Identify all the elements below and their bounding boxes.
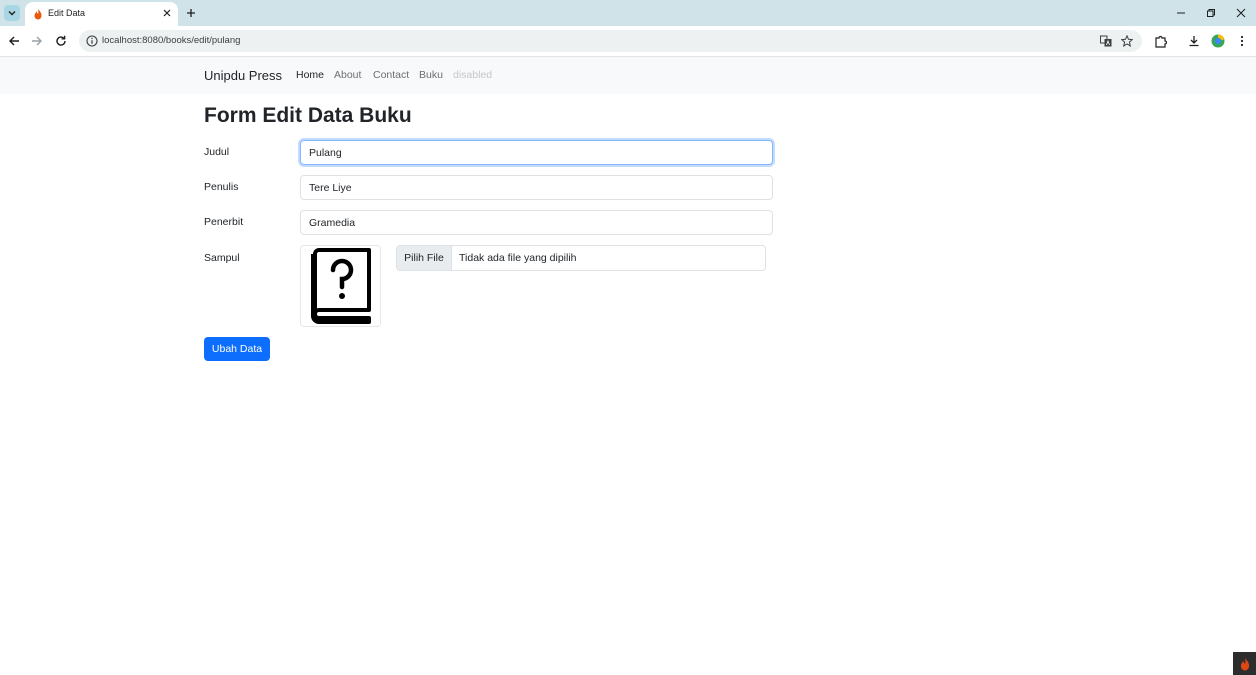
plus-icon [187, 9, 195, 17]
flame-icon [34, 8, 42, 20]
submit-button[interactable]: Ubah Data [204, 337, 270, 361]
chevron-down-icon [8, 11, 16, 16]
page-title: Form Edit Data Buku [204, 104, 412, 127]
site-info-icon[interactable] [86, 35, 98, 47]
penulis-input[interactable] [300, 175, 773, 200]
sampul-label: Sampul [204, 252, 240, 264]
forward-button[interactable] [29, 33, 45, 49]
cover-preview [300, 245, 381, 327]
browser-tab[interactable]: Edit Data [25, 2, 178, 26]
address-bar[interactable]: localhost:8080/books/edit/pulang [79, 30, 1142, 52]
browser-tab-strip: Edit Data [0, 0, 1256, 26]
tab-title: Edit Data [48, 8, 86, 18]
download-icon [1189, 36, 1199, 47]
debug-toolbar-toggle[interactable] [1233, 652, 1256, 675]
url-text[interactable]: localhost:8080/books/edit/pulang [102, 35, 240, 46]
minimize-icon [1177, 12, 1185, 14]
minimize-button[interactable] [1174, 6, 1188, 20]
penulis-label: Penulis [204, 181, 239, 193]
cover-file-input[interactable]: Pilih File Tidak ada file yang dipilih [396, 245, 766, 271]
arrow-left-icon [9, 36, 19, 46]
downloads-button[interactable] [1186, 33, 1202, 49]
restore-button[interactable] [1204, 6, 1218, 20]
nav-link-contact[interactable]: Contact [373, 69, 409, 81]
restore-icon [1207, 9, 1215, 17]
reload-icon [56, 35, 66, 46]
close-window-button[interactable] [1234, 6, 1248, 20]
new-tab-button[interactable] [184, 6, 198, 20]
puzzle-icon [1154, 35, 1167, 48]
extensions-button[interactable] [1152, 33, 1168, 49]
bookmark-star-icon[interactable] [1120, 34, 1134, 48]
reload-button[interactable] [53, 33, 69, 49]
browser-toolbar: localhost:8080/books/edit/pulang [0, 26, 1256, 57]
translate-icon[interactable] [1099, 34, 1113, 48]
nav-link-home[interactable]: Home [296, 69, 324, 81]
arrow-right-icon [32, 36, 42, 46]
penerbit-input[interactable] [300, 210, 773, 235]
judul-label: Judul [204, 146, 230, 158]
profile-button[interactable] [1210, 33, 1226, 49]
penerbit-label: Penerbit [204, 216, 244, 228]
nav-link-disabled: disabled [453, 69, 493, 81]
unknown-book-icon [310, 248, 371, 324]
back-button[interactable] [6, 33, 22, 49]
kebab-menu-icon [1240, 35, 1244, 47]
judul-input[interactable] [300, 140, 773, 165]
close-icon [1236, 8, 1246, 18]
site-navbar: Unipdu Press Home About Contact Buku dis… [0, 57, 1256, 94]
nav-link-buku[interactable]: Buku [419, 69, 443, 81]
avatar-icon [1211, 34, 1225, 48]
navbar-brand[interactable]: Unipdu Press [204, 68, 282, 83]
choose-file-button[interactable]: Pilih File [397, 246, 452, 270]
nav-link-about[interactable]: About [334, 69, 361, 81]
close-tab-icon[interactable] [161, 7, 173, 19]
browser-menu-button[interactable] [1234, 33, 1250, 49]
tab-search-button[interactable] [4, 5, 20, 21]
file-status-text: Tidak ada file yang dipilih [459, 252, 577, 264]
flame-icon [1240, 657, 1249, 670]
